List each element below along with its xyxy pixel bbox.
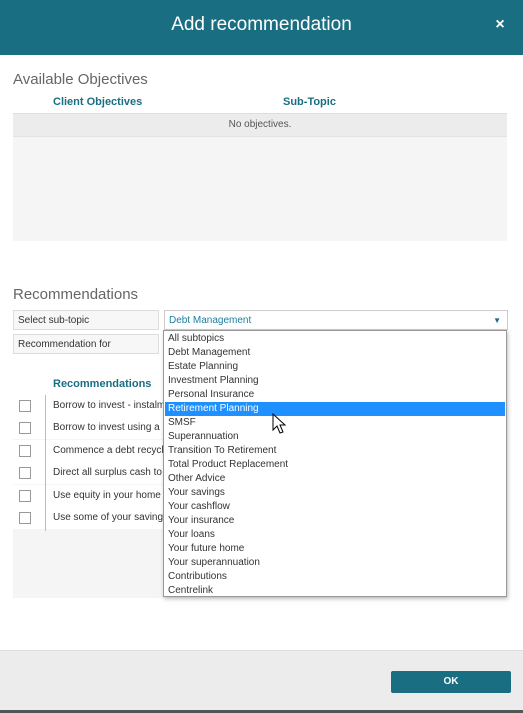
ok-button[interactable]: OK (391, 671, 511, 693)
dropdown-option[interactable]: Your savings (165, 486, 505, 500)
objectives-empty-message: No objectives. (13, 114, 507, 137)
row-text: Use some of your savings (53, 512, 169, 523)
row-checkbox[interactable] (19, 490, 31, 502)
dialog-title: Add recommendation (171, 14, 352, 35)
subtopic-select[interactable]: Debt Management ▼ (164, 310, 508, 330)
row-checkbox[interactable] (19, 400, 31, 412)
dropdown-option[interactable]: Total Product Replacement (165, 458, 505, 472)
subtopic-select-value: Debt Management (169, 315, 252, 326)
row-checkbox[interactable] (19, 467, 31, 479)
row-text: Commence a debt recycli (53, 445, 166, 456)
subtopic-label: Select sub-topic (13, 310, 159, 330)
dialog-header: Add recommendation × (0, 0, 523, 55)
dropdown-option[interactable]: All subtopics (165, 332, 505, 346)
dropdown-option[interactable]: Your superannuation (165, 556, 505, 570)
close-icon[interactable]: × (491, 14, 509, 36)
subtopic-row: Select sub-topic Debt Management ▼ (13, 310, 508, 330)
objectives-table-header: Client Objectives Sub-Topic (13, 93, 507, 114)
chevron-down-icon[interactable]: ▼ (493, 311, 501, 331)
row-checkbox[interactable] (19, 512, 31, 524)
dropdown-option[interactable]: Retirement Planning (165, 402, 505, 416)
rec-for-label: Recommendation for (13, 334, 159, 354)
column-client-objectives[interactable]: Client Objectives (53, 96, 142, 108)
row-text: Direct all surplus cash to (53, 467, 162, 478)
dropdown-option[interactable]: Centrelink (165, 584, 505, 598)
row-text: Borrow to invest using a m (53, 422, 171, 433)
dropdown-option[interactable]: SMSF (165, 416, 505, 430)
dialog-footer: OK (0, 650, 523, 711)
dropdown-option[interactable]: Your future home (165, 542, 505, 556)
objectives-title: Available Objectives (13, 71, 148, 88)
column-divider (45, 395, 46, 531)
recommendations-title: Recommendations (13, 286, 139, 303)
dropdown-option[interactable]: Your loans (165, 528, 505, 542)
dropdown-option[interactable]: Investment Planning (165, 374, 505, 388)
objectives-table: Client Objectives Sub-Topic No objective… (13, 93, 507, 241)
dropdown-option[interactable]: Contributions (165, 570, 505, 584)
dropdown-option[interactable]: Debt Management (165, 346, 505, 360)
row-checkbox[interactable] (19, 445, 31, 457)
dropdown-option[interactable]: Your insurance (165, 514, 505, 528)
dropdown-option[interactable]: Estate Planning (165, 360, 505, 374)
column-sub-topic[interactable]: Sub-Topic (283, 96, 336, 108)
mouse-pointer-icon (272, 413, 286, 434)
dropdown-option[interactable]: Your cashflow (165, 500, 505, 514)
row-text: Borrow to invest - instalm (53, 400, 166, 411)
column-recommendations[interactable]: Recommendations (53, 378, 151, 390)
dropdown-option[interactable]: Personal Insurance (165, 388, 505, 402)
dropdown-option[interactable]: Transition To Retirement (165, 444, 505, 458)
row-checkbox[interactable] (19, 422, 31, 434)
dropdown-option[interactable]: Other Advice (165, 472, 505, 486)
row-text: Use equity in your home a (53, 490, 170, 501)
dropdown-option[interactable]: Superannuation (165, 430, 505, 444)
subtopic-dropdown-list[interactable]: All subtopics Debt Management Estate Plann… (163, 330, 507, 597)
